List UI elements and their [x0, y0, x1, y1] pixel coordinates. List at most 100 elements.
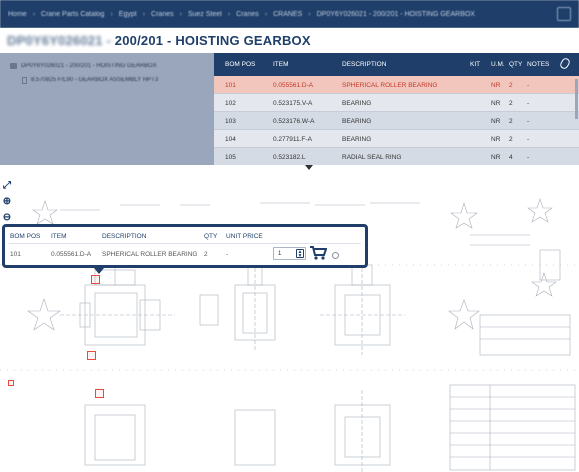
quantity-spin-button[interactable]: ▲ ▼	[296, 249, 304, 259]
document-icon	[22, 76, 27, 84]
assembly-tree: DP0Y6Y026021 - 200/201 - HOISTING GEARBO…	[0, 53, 214, 165]
cell-bom-pos: 101	[225, 82, 236, 89]
cell-notes: -	[527, 136, 530, 143]
popup-cell-item: 0.055561.D-A	[51, 251, 92, 258]
cell-notes: -	[527, 154, 530, 161]
cell-item: 0.277911.F-A	[273, 136, 312, 143]
popup-cell-unit-price: -	[226, 251, 229, 258]
quantity-stepper[interactable]: 1 ▲ ▼	[273, 247, 306, 260]
cell-notes: -	[527, 100, 530, 107]
parts-table: BOM POS ITEM DESCRIPTION KIT U.M. QTY NO…	[214, 53, 579, 166]
column-header-um[interactable]: U.M.	[491, 61, 505, 68]
cell-qty: 4	[509, 154, 513, 161]
popup-column-unit-price: UNIT PRICE	[226, 233, 263, 240]
cell-qty: 2	[509, 118, 513, 125]
page-header: DP0Y6Y026021 - 200/201 - HOISTING GEARBO…	[0, 28, 579, 53]
column-header-qty[interactable]: QTY	[509, 61, 522, 68]
breadcrumb-separator: ›	[227, 10, 231, 18]
popup-column-item: ITEM	[51, 233, 67, 240]
breadcrumb-item[interactable]: Home	[8, 11, 27, 18]
cell-um: NR	[491, 82, 501, 89]
breadcrumb-separator: ›	[32, 10, 36, 18]
cell-item: 0.055561.D-A	[273, 82, 314, 89]
menu-button[interactable]	[557, 7, 571, 21]
page-title-id: DP0Y6Y026021 -	[7, 33, 111, 48]
zoom-out-icon[interactable]: ⊖	[1, 211, 13, 223]
cell-um: NR	[491, 154, 501, 161]
popup-cell-qty: 2	[204, 251, 208, 258]
table-row[interactable]: 104 0.277911.F-A BEARING NR 2 -	[214, 130, 579, 148]
table-scrollbar[interactable]	[575, 79, 578, 119]
table-row[interactable]: 105 0.523182.L RADIAL SEAL RING NR 4 -	[214, 148, 579, 166]
breadcrumb-item[interactable]: Crane Parts Catalog	[41, 11, 104, 18]
cell-qty: 2	[509, 82, 513, 89]
cell-bom-pos: 105	[225, 154, 236, 161]
cell-um: NR	[491, 136, 501, 143]
column-header-notes[interactable]: NOTES	[527, 61, 549, 68]
cell-bom-pos: 104	[225, 136, 236, 143]
breadcrumb-separator: ›	[142, 10, 146, 18]
breadcrumb-item[interactable]: CRANES	[273, 11, 302, 18]
cell-description: SPHERICAL ROLLER BEARING	[342, 82, 438, 89]
expand-icon[interactable]: ⤢	[1, 179, 13, 191]
drawing-canvas	[0, 198, 579, 472]
breadcrumb-separator: ›	[179, 10, 182, 18]
hotspot-marker[interactable]	[95, 389, 104, 398]
cell-bom-pos: 102	[225, 100, 236, 107]
column-header-item[interactable]: ITEM	[273, 61, 289, 68]
table-row[interactable]: 102 0.523175.V-A BEARING NR 2 -	[214, 94, 579, 112]
page-title-main: 200/201 - HOISTING GEARBOX	[114, 33, 311, 48]
hotspot-marker[interactable]	[87, 351, 96, 360]
part-popup: BOM POS ITEM DESCRIPTION QTY UNIT PRICE …	[2, 224, 368, 268]
quantity-value: 1	[278, 251, 282, 257]
folder-icon	[10, 63, 17, 69]
popup-column-bom-pos: BOM POS	[10, 233, 41, 240]
breadcrumb-separator: ›	[264, 10, 268, 18]
breadcrumb-item[interactable]: Egypt	[119, 11, 137, 18]
breadcrumb-separator: ›	[110, 10, 113, 18]
breadcrumb-item[interactable]: Suez Steel	[188, 11, 222, 18]
breadcrumb-item[interactable]: Cranes	[151, 11, 174, 18]
cell-notes: -	[527, 118, 530, 125]
info-icon[interactable]	[332, 252, 339, 259]
tree-node-label: DP0Y6Y026021 - 200/201 - HOISTING GEARBO…	[21, 63, 157, 69]
breadcrumb-item[interactable]: Cranes	[236, 11, 259, 18]
popup-column-qty: QTY	[204, 233, 218, 240]
cell-notes: -	[527, 82, 530, 89]
cell-description: RADIAL SEAL RING	[342, 154, 402, 161]
panel-resize-handle[interactable]	[305, 165, 313, 170]
cell-item: 0.523182.L	[273, 154, 306, 161]
cell-qty: 2	[509, 136, 513, 143]
cart-icon[interactable]	[309, 245, 328, 263]
hotspot-marker[interactable]	[8, 380, 14, 386]
parts-table-header: BOM POS ITEM DESCRIPTION KIT U.M. QTY NO…	[214, 53, 579, 76]
popup-cell-description: SPHERICAL ROLLER BEARING	[102, 251, 198, 258]
table-row[interactable]: 103 0.523176.W-A BEARING NR 2 -	[214, 112, 579, 130]
tree-node-root[interactable]: DP0Y6Y026021 - 200/201 - HOISTING GEARBO…	[0, 59, 214, 73]
column-header-kit[interactable]: KIT	[470, 61, 480, 68]
breadcrumb: Home › Crane Parts Catalog › Egypt › Cra…	[0, 0, 579, 28]
hotspot-marker[interactable]	[91, 275, 100, 284]
popup-pointer	[94, 268, 104, 274]
technical-drawing[interactable]: ⤢ ⊕ ⊖	[0, 165, 579, 472]
page-title: DP0Y6Y026021 - 200/201 - HOISTING GEARBO…	[7, 33, 311, 48]
breadcrumb-separator: ›	[308, 10, 311, 18]
cell-item: 0.523175.V-A	[273, 100, 313, 107]
cell-description: BEARING	[342, 136, 372, 143]
column-header-bom-pos[interactable]: BOM POS	[225, 61, 255, 68]
table-row[interactable]: 101 0.055561.D-A SPHERICAL ROLLER BEARIN…	[214, 76, 579, 94]
column-header-description[interactable]: DESCRIPTION	[342, 61, 386, 68]
cell-um: NR	[491, 100, 501, 107]
cell-bom-pos: 103	[225, 118, 236, 125]
popup-divider	[9, 243, 361, 244]
zoom-in-icon[interactable]: ⊕	[1, 195, 13, 207]
tree-node-child[interactable]: 8.570825 F/L90 - GEARBOX ASSEMBLY HPT3	[0, 73, 214, 87]
cell-qty: 2	[509, 100, 513, 107]
tree-node-label: 8.570825 F/L90 - GEARBOX ASSEMBLY HPT3	[31, 77, 159, 83]
breadcrumb-item[interactable]: DP0Y6Y026021 - 200/201 - HOISTING GEARBO…	[317, 11, 475, 18]
paperclip-icon[interactable]	[558, 56, 572, 71]
cell-description: BEARING	[342, 118, 372, 125]
popup-cell-bom-pos: 101	[10, 251, 21, 258]
popup-column-description: DESCRIPTION	[102, 233, 147, 240]
cell-um: NR	[491, 118, 501, 125]
